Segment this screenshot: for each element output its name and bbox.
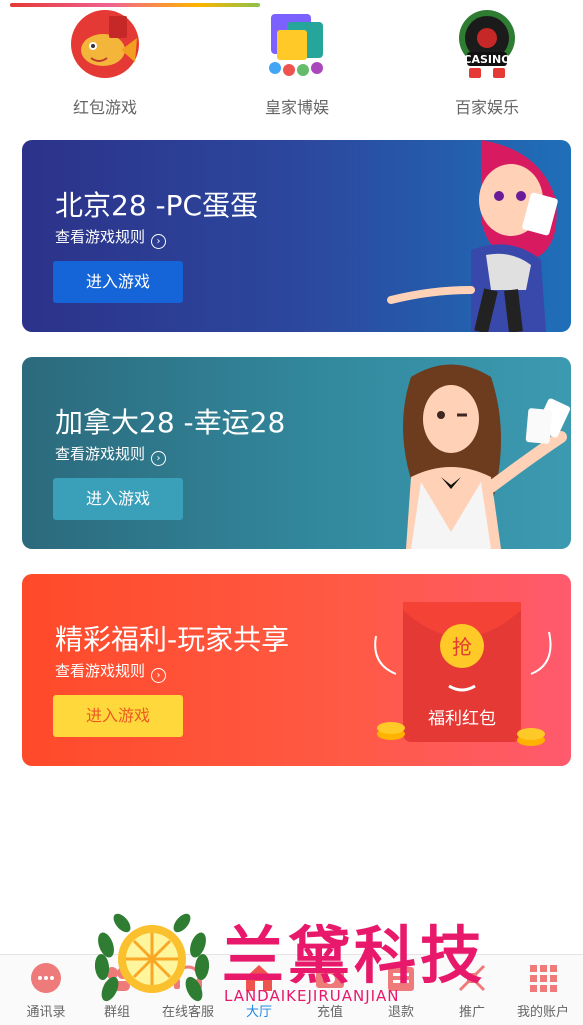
welfare-redpacket-text: 福利红包 [428, 709, 496, 729]
red-envelope-fish-icon [69, 8, 141, 80]
rules-link[interactable]: 查看游戏规则 › [55, 226, 167, 249]
red-envelope-illustration: 抢 福利红包 [351, 574, 571, 766]
dealer-girl-illustration [351, 357, 571, 549]
quick-link-casino[interactable]: CASINO 百家娱乐 [427, 8, 547, 118]
card-title: 精彩福利-玩家共享 [55, 623, 290, 656]
quick-link-label: 百家娱乐 [454, 98, 519, 117]
tab-contacts[interactable]: 通讯录 [10, 955, 82, 1025]
game-card-beijing28[interactable]: 北京28 -PC蛋蛋 查看游戏规则 › 进入游戏 [22, 140, 571, 332]
quick-link-label: 皇家博娱 [264, 98, 329, 117]
casino-icon: CASINO [451, 8, 523, 80]
enter-game-button[interactable]: 进入游戏 [53, 695, 183, 737]
laurel-logo-icon [94, 913, 210, 1002]
rules-link[interactable]: 查看游戏规则 › [55, 443, 167, 466]
quick-link-red-envelope[interactable]: 红包游戏 [45, 8, 165, 118]
game-card-canada28[interactable]: 加拿大28 -幸运28 查看游戏规则 › 进入游戏 [22, 357, 571, 549]
rules-link[interactable]: 查看游戏规则 › [55, 660, 167, 683]
casino-icon-text: CASINO [463, 53, 510, 66]
chevron-right-icon: › [151, 234, 167, 249]
brand-name: 兰黛科技 [222, 919, 487, 992]
game-card-welfare[interactable]: 精彩福利-玩家共享 查看游戏规则 › 进入游戏 抢 福利红包 [22, 574, 571, 766]
quick-link-bingo[interactable]: 皇家博娱 [237, 8, 357, 118]
brand-subtitle: LANDAIKEJIRUANJIAN [224, 987, 400, 1005]
enter-game-button[interactable]: 进入游戏 [53, 261, 183, 303]
grab-text: 抢 [452, 635, 472, 659]
card-title: 北京28 -PC蛋蛋 [55, 189, 259, 222]
red-haired-card-girl-illustration [351, 140, 571, 332]
bingo-icon [261, 8, 333, 80]
quick-link-label: 红包游戏 [72, 98, 137, 117]
tab-label: 通讯录 [26, 1005, 66, 1020]
card-title: 加拿大28 -幸运28 [55, 406, 286, 439]
quick-links: 红包游戏 皇家博娱 CASINO 百家娱乐 [0, 0, 583, 125]
contacts-icon [29, 961, 63, 995]
brand-watermark: 兰黛科技 LANDAIKEJIRUANJIAN [92, 905, 552, 1015]
chevron-right-icon: › [151, 451, 167, 466]
chevron-right-icon: › [151, 668, 167, 683]
enter-game-button[interactable]: 进入游戏 [53, 478, 183, 520]
